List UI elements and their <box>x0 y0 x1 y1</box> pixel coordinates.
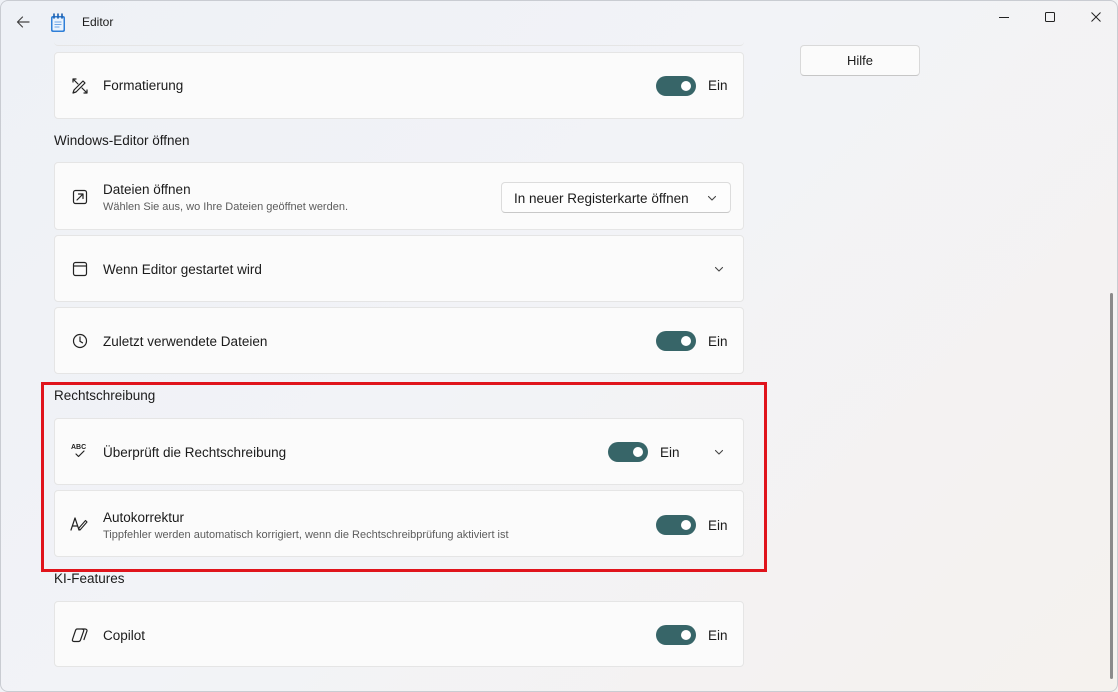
chevron-down-icon[interactable] <box>712 445 726 459</box>
autocorrect-icon <box>70 514 90 534</box>
toggle-state-label: Ein <box>660 445 680 460</box>
window-icon <box>70 259 90 279</box>
spellcheck-icon: ABC <box>70 441 90 461</box>
autocorrect-toggle[interactable] <box>656 515 696 535</box>
spellcheck-icon-text: ABC <box>71 444 86 451</box>
setting-subtitle: Tippfehler werden automatisch korrigiert… <box>103 529 509 541</box>
toggle-state-label: Ein <box>708 78 728 93</box>
setting-title: Copilot <box>103 628 146 643</box>
maximize-button[interactable] <box>1027 1 1073 33</box>
toggle-state-label: Ein <box>708 628 728 643</box>
toggle-state-label: Ein <box>708 334 728 349</box>
close-icon <box>1091 12 1101 22</box>
chevron-down-icon <box>705 191 719 205</box>
setting-title: Zuletzt verwendete Dateien <box>103 334 268 349</box>
section-heading-open: Windows-Editor öffnen <box>54 133 190 148</box>
minimize-button[interactable] <box>981 1 1027 33</box>
scrollbar-thumb[interactable] <box>1110 293 1113 679</box>
editor-settings-window: Editor Hilfe Formatierung Ein Windows-Ed… <box>0 0 1118 692</box>
open-files-dropdown[interactable]: In neuer Registerkarte öffnen <box>501 182 731 213</box>
setting-title: Wenn Editor gestartet wird <box>103 262 262 277</box>
toggle-state-label: Ein <box>708 518 728 533</box>
formatting-toggle[interactable] <box>656 76 696 96</box>
setting-spellcheck: ABC Überprüft die Rechtschreibung Ein <box>54 418 744 485</box>
help-button[interactable]: Hilfe <box>800 45 920 76</box>
setting-subtitle: Wählen Sie aus, wo Ihre Dateien geöffnet… <box>103 201 349 213</box>
previous-card-edge <box>54 1 744 46</box>
open-external-icon <box>70 187 90 207</box>
maximize-icon <box>1045 12 1055 22</box>
close-button[interactable] <box>1073 1 1117 33</box>
spellcheck-toggle[interactable] <box>608 442 648 462</box>
minimize-icon <box>999 17 1009 18</box>
setting-formatting: Formatierung Ein <box>54 52 744 119</box>
setting-on-start[interactable]: Wenn Editor gestartet wird <box>54 235 744 302</box>
setting-recent-files: Zuletzt verwendete Dateien Ein <box>54 307 744 374</box>
setting-title: Dateien öffnen <box>103 182 191 197</box>
setting-title: Formatierung <box>103 78 184 93</box>
chevron-down-icon[interactable] <box>712 262 726 276</box>
setting-copilot: Copilot Ein <box>54 601 744 667</box>
clock-icon <box>70 331 90 351</box>
dropdown-selected-value: In neuer Registerkarte öffnen <box>514 191 689 206</box>
section-heading-ai: KI-Features <box>54 571 125 586</box>
setting-autocorrect: Autokorrektur Tippfehler werden automati… <box>54 490 744 557</box>
copilot-icon <box>70 625 90 645</box>
copilot-toggle[interactable] <box>656 625 696 645</box>
recent-files-toggle[interactable] <box>656 331 696 351</box>
pen-ruler-icon <box>70 76 90 96</box>
arrow-left-icon <box>16 16 30 28</box>
setting-title: Autokorrektur <box>103 510 185 525</box>
section-heading-spelling: Rechtschreibung <box>54 388 156 403</box>
back-button[interactable] <box>11 9 35 35</box>
setting-title: Überprüft die Rechtschreibung <box>103 445 287 460</box>
